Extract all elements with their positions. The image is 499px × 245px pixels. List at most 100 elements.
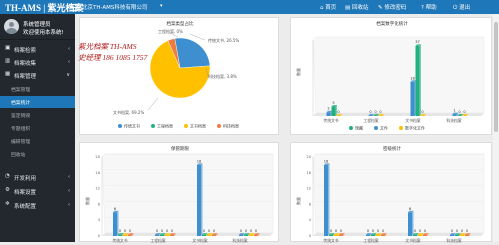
subitem-label: 鉴定销毁 <box>11 114 31 119</box>
scrollbar[interactable] <box>493 14 499 242</box>
sidebar-item-label: 档案设置 <box>14 190 37 196</box>
bar-0-2[interactable] <box>336 115 341 116</box>
help-icon: ? <box>421 5 424 11</box>
bar-2-3[interactable] <box>423 234 427 236</box>
bar-1-2[interactable] <box>378 115 383 116</box>
sidebar-subitem-manage[interactable]: 档案管理 <box>0 83 75 95</box>
nav-help-label: 帮助 <box>425 5 437 11</box>
nav-logout-link[interactable]: ⏻ 退出 <box>453 3 470 12</box>
bar-1-0[interactable] <box>366 234 370 236</box>
y-axis-label: 数量 <box>295 197 301 205</box>
bar-2-0[interactable] <box>197 164 201 236</box>
sidebar-item-manage[interactable]: ▦ 档案管理 ∨ <box>0 69 75 81</box>
bar-3-1[interactable] <box>457 115 462 116</box>
bar-1-2[interactable] <box>376 234 380 236</box>
sidebar-subitem-recycle[interactable]: 回收站 <box>0 148 75 160</box>
bar-0-1[interactable] <box>329 234 333 236</box>
bar-3-2[interactable] <box>249 234 253 236</box>
bar-0-0[interactable] <box>113 212 117 236</box>
bar-0-1[interactable] <box>118 234 122 236</box>
bar-2-3[interactable] <box>212 234 216 236</box>
bar-3-0[interactable] <box>450 234 454 236</box>
bar-1-1[interactable] <box>371 234 375 236</box>
pie-label-documents: 文书档案, 69.2% <box>113 109 144 115</box>
inbox-icon: ▥ <box>5 58 11 64</box>
bar-1-0[interactable] <box>155 234 159 236</box>
sidebar-item-utilize[interactable]: ◔ 开发利用 ‹ <box>0 171 75 183</box>
pie-label-traditional: 传统文书, 26.5% <box>208 37 239 43</box>
bar-0-2[interactable] <box>123 234 127 236</box>
y-tick-3: 12 <box>95 187 100 191</box>
chart-title: 保管期限 <box>171 145 189 152</box>
legend-traditional: 传统文书 <box>124 123 140 129</box>
bar-3-1[interactable] <box>455 234 459 236</box>
nav-home-link[interactable]: ⌂ 首页 <box>320 3 336 11</box>
bar-2-0[interactable] <box>410 81 415 116</box>
nav-help-link[interactable]: ? 帮助 <box>421 3 437 11</box>
bar-3-3[interactable] <box>465 234 469 236</box>
bar-2-2[interactable] <box>207 234 211 236</box>
x-tick-0: 传统文书 <box>323 118 338 123</box>
sidebar-item-settings[interactable]: ⚙ 档案设置 ‹ <box>0 185 75 197</box>
nav-recycle-link[interactable]: ▤ 回收站 <box>345 3 368 11</box>
bar-2-1[interactable] <box>202 234 206 236</box>
bar-0-3[interactable] <box>128 234 132 236</box>
y-tick-4: 16 <box>306 171 311 175</box>
y-tick-5: 20 <box>95 155 100 159</box>
sidebar-item-collect[interactable]: ▥ 档案收集 ‹ <box>0 56 75 68</box>
bar-3-1[interactable] <box>244 234 248 236</box>
bar-2-2[interactable] <box>420 115 425 116</box>
y-tick-2: 8 <box>309 202 312 206</box>
bar-1-0[interactable] <box>368 115 373 116</box>
sidebar-item-config[interactable]: ✲ 系统配置 ‹ <box>0 199 75 211</box>
bar-2-2[interactable] <box>418 234 422 236</box>
secrecy-chart: 密级统计 数量 传统文书 工程档案 文书档案 科技档案 048121620180… <box>295 145 485 243</box>
bar-1-3[interactable] <box>170 234 174 236</box>
chevron-down-icon[interactable]: ▾ <box>160 3 163 9</box>
bar-2-1[interactable] <box>415 45 420 117</box>
chart-title: 档案数字化统计 <box>376 20 408 27</box>
bar-3-2[interactable] <box>460 234 464 236</box>
sidebar-subitem-statistics[interactable]: 档案统计 <box>0 96 75 108</box>
sidebar-subitem-appraisal[interactable]: 鉴定销毁 <box>0 109 75 121</box>
key-icon: ✎ <box>378 5 383 11</box>
sidebar-subitem-topics[interactable]: 专题组织 <box>0 122 75 134</box>
digitization-panel: 档案数字化统计 数量 传统文书 工程档案 文书档案 科技档案 馆藏 文件 数字化… <box>290 17 492 135</box>
secrecy-panel: 密级统计 数量 传统文书 工程档案 文书档案 科技档案 0 4 8 12 16 20 18 0… <box>290 142 492 243</box>
bar-0-2[interactable] <box>334 234 338 236</box>
sidebar-subitem-compile[interactable]: 编研管理 <box>0 135 75 147</box>
bar-3-2[interactable] <box>462 115 467 116</box>
y-tick-0: 0 <box>98 234 101 238</box>
bar-side-2-0 <box>201 163 203 236</box>
settings-icon: ⚙ <box>5 187 10 193</box>
bar-3-0[interactable] <box>239 234 243 236</box>
bar-label-2-0: 18 <box>197 159 202 163</box>
bar-2-0[interactable] <box>408 212 412 236</box>
chevron-left-icon: ‹ <box>68 202 70 208</box>
bar-0-1[interactable] <box>331 106 336 117</box>
bar-0-3[interactable] <box>339 234 343 236</box>
menu-toggle-icon[interactable] <box>70 2 78 11</box>
bar-0-0[interactable] <box>326 112 331 116</box>
bar-2-1[interactable] <box>413 234 417 236</box>
top-bar: TH-AMS | 紫光档案 北京TH-AMS科技有限公司 ▾ ⌂ 首页 ▤ 回收… <box>0 0 499 14</box>
subitem-label: 专题组织 <box>11 127 31 132</box>
sidebar-item-search[interactable]: ▣ 档案检索 ‹ <box>0 43 75 55</box>
bar-1-1[interactable] <box>373 115 378 116</box>
bar-1-1[interactable] <box>160 234 164 236</box>
nav-password-link[interactable]: ✎ 修改密码 <box>378 3 406 11</box>
chevron-down-icon: ∨ <box>66 72 70 78</box>
home-icon: ⌂ <box>320 5 324 11</box>
company-name[interactable]: 北京TH-AMS科技有限公司 <box>82 3 147 11</box>
bar-label-2-1: 37 <box>415 40 420 44</box>
bar-1-2[interactable] <box>165 234 169 236</box>
sidebar-item-label: 档案收集 <box>14 61 37 67</box>
bar-3-3[interactable] <box>254 234 258 236</box>
scrollbar-thumb[interactable] <box>494 22 498 132</box>
user-panel: 系统管理员 欢迎使用本系统! <box>0 14 75 40</box>
pie-slice-traditional[interactable] <box>174 37 211 69</box>
bar-3-0[interactable] <box>452 114 457 116</box>
bar-1-3[interactable] <box>381 234 385 236</box>
bar-0-0[interactable] <box>324 164 328 236</box>
legend-series-2: 数字化文件 <box>405 125 425 131</box>
